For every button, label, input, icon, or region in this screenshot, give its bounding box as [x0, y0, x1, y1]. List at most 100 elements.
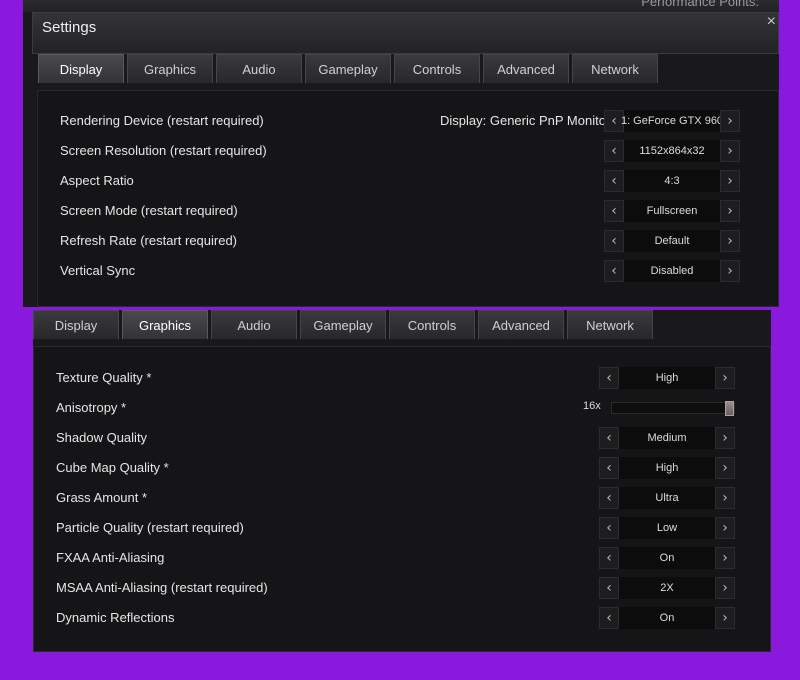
chevron-right-icon[interactable]: › — [715, 367, 735, 389]
tab-audio[interactable]: Audio — [216, 54, 302, 83]
selector-value: On — [619, 547, 715, 569]
display-settings-panel: Rendering Device (restart required) Disp… — [37, 90, 779, 307]
chevron-left-icon[interactable]: ‹ — [599, 457, 619, 479]
selector-value: 2X — [619, 577, 715, 599]
setting-row-screen-resolution: Screen Resolution (restart required) ‹ 1… — [38, 140, 778, 164]
close-icon[interactable]: × — [767, 13, 776, 31]
tab-display[interactable]: Display — [38, 54, 124, 83]
setting-row-cube-map-quality: Cube Map Quality * ‹ High › — [34, 457, 770, 481]
chevron-left-icon[interactable]: ‹ — [604, 230, 624, 252]
chevron-right-icon[interactable]: › — [720, 230, 740, 252]
chevron-left-icon[interactable]: ‹ — [604, 260, 624, 282]
window-title: Settings — [42, 19, 97, 36]
chevron-left-icon[interactable]: ‹ — [604, 200, 624, 222]
tab-graphics[interactable]: Graphics — [127, 54, 213, 83]
graphics-settings-panel: Texture Quality * ‹ High › Anisotropy * … — [33, 346, 771, 652]
tab-bar: Display Graphics Audio Gameplay Controls… — [38, 54, 658, 83]
setting-label: Rendering Device (restart required) — [60, 113, 264, 128]
setting-label: Texture Quality * — [56, 370, 152, 385]
setting-label: Vertical Sync — [60, 263, 136, 278]
setting-label: Particle Quality (restart required) — [56, 520, 244, 535]
screen-resolution-selector: ‹ 1152x864x32 › — [604, 140, 740, 162]
setting-row-vertical-sync: Vertical Sync ‹ Disabled › — [38, 260, 778, 284]
tab-audio[interactable]: Audio — [211, 310, 297, 339]
selector-value: Fullscreen — [624, 200, 720, 222]
tab-controls[interactable]: Controls — [389, 310, 475, 339]
refresh-rate-selector: ‹ Default › — [604, 230, 740, 252]
performance-points-label: Performance Points: — [641, 0, 759, 9]
chevron-right-icon[interactable]: › — [715, 517, 735, 539]
chevron-right-icon[interactable]: › — [715, 457, 735, 479]
chevron-left-icon[interactable]: ‹ — [599, 607, 619, 629]
anisotropy-slider[interactable] — [611, 401, 735, 416]
setting-row-aspect-ratio: Aspect Ratio ‹ 4:3 › — [38, 170, 778, 194]
display-device-label: Display: Generic PnP Monitor — [440, 113, 611, 128]
selector-value: Default — [624, 230, 720, 252]
setting-row-dynamic-reflections: Dynamic Reflections ‹ On › — [34, 607, 770, 631]
setting-row-screen-mode: Screen Mode (restart required) ‹ Fullscr… — [38, 200, 778, 224]
selector-value: Ultra — [619, 487, 715, 509]
particle-quality-selector: ‹ Low › — [599, 517, 735, 539]
setting-row-rendering-device: Rendering Device (restart required) Disp… — [38, 110, 778, 134]
tab-controls[interactable]: Controls — [394, 54, 480, 83]
tab-network[interactable]: Network — [567, 310, 653, 339]
selector-value: High — [619, 457, 715, 479]
selector-value: 1152x864x32 — [624, 140, 720, 162]
tab-advanced[interactable]: Advanced — [478, 310, 564, 339]
chevron-right-icon[interactable]: › — [715, 547, 735, 569]
setting-label: Screen Mode (restart required) — [60, 203, 238, 218]
chevron-left-icon[interactable]: ‹ — [599, 427, 619, 449]
setting-label: Grass Amount * — [56, 490, 148, 505]
tab-gameplay[interactable]: Gameplay — [305, 54, 391, 83]
selector-value: Medium — [619, 427, 715, 449]
chevron-right-icon[interactable]: › — [715, 577, 735, 599]
setting-row-shadow-quality: Shadow Quality ‹ Medium › — [34, 427, 770, 451]
chevron-left-icon[interactable]: ‹ — [599, 517, 619, 539]
chevron-left-icon[interactable]: ‹ — [599, 367, 619, 389]
tab-bar: Display Graphics Audio Gameplay Controls… — [33, 310, 653, 339]
setting-label: Refresh Rate (restart required) — [60, 233, 238, 248]
selector-value: 4:3 — [624, 170, 720, 192]
chevron-right-icon[interactable]: › — [715, 427, 735, 449]
tab-graphics[interactable]: Graphics — [122, 310, 208, 339]
tab-advanced[interactable]: Advanced — [483, 54, 569, 83]
tab-display[interactable]: Display — [33, 310, 119, 339]
texture-quality-selector: ‹ High › — [599, 367, 735, 389]
rendering-device-selector: ‹ 1: GeForce GTX 960 › — [604, 110, 740, 132]
setting-label: MSAA Anti-Aliasing (restart required) — [56, 580, 268, 595]
chevron-right-icon[interactable]: › — [720, 170, 740, 192]
setting-label: Anisotropy * — [56, 400, 127, 415]
settings-window-graphics: Display Graphics Audio Gameplay Controls… — [33, 310, 771, 652]
chevron-left-icon[interactable]: ‹ — [599, 577, 619, 599]
chevron-right-icon[interactable]: › — [720, 110, 740, 132]
cube-map-quality-selector: ‹ High › — [599, 457, 735, 479]
grass-amount-selector: ‹ Ultra › — [599, 487, 735, 509]
shadow-quality-selector: ‹ Medium › — [599, 427, 735, 449]
slider-fill — [612, 403, 725, 413]
setting-row-texture-quality: Texture Quality * ‹ High › — [34, 367, 770, 391]
setting-label: Cube Map Quality * — [56, 460, 169, 475]
setting-row-msaa: MSAA Anti-Aliasing (restart required) ‹ … — [34, 577, 770, 601]
chevron-left-icon[interactable]: ‹ — [604, 170, 624, 192]
chevron-left-icon[interactable]: ‹ — [604, 140, 624, 162]
selector-value: Disabled — [624, 260, 720, 282]
setting-label: FXAA Anti-Aliasing — [56, 550, 165, 565]
chevron-right-icon[interactable]: › — [720, 140, 740, 162]
chevron-right-icon[interactable]: › — [715, 487, 735, 509]
chevron-right-icon[interactable]: › — [720, 200, 740, 222]
selector-value: Low — [619, 517, 715, 539]
setting-row-grass-amount: Grass Amount * ‹ Ultra › — [34, 487, 770, 511]
setting-label: Aspect Ratio — [60, 173, 134, 188]
chevron-left-icon[interactable]: ‹ — [599, 487, 619, 509]
window-header: Settings × — [32, 12, 779, 54]
chevron-right-icon[interactable]: › — [715, 607, 735, 629]
chevron-right-icon[interactable]: › — [720, 260, 740, 282]
background-strip: Performance Points: — [23, 0, 779, 12]
slider-handle[interactable] — [725, 401, 734, 416]
tab-gameplay[interactable]: Gameplay — [300, 310, 386, 339]
chevron-left-icon[interactable]: ‹ — [599, 547, 619, 569]
selector-value: 1: GeForce GTX 960 — [621, 110, 723, 132]
tab-network[interactable]: Network — [572, 54, 658, 83]
fxaa-selector: ‹ On › — [599, 547, 735, 569]
setting-row-anisotropy: Anisotropy * 16x — [34, 397, 770, 421]
